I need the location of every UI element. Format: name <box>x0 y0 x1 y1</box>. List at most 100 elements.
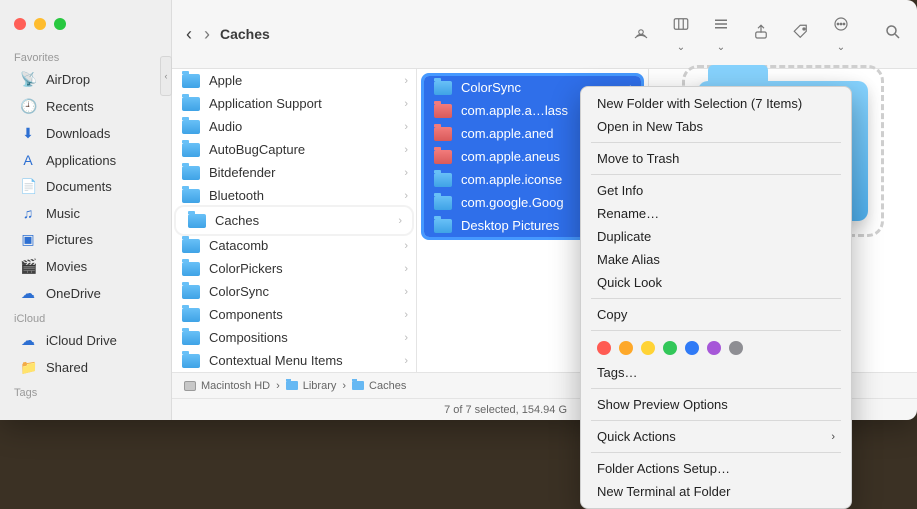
menu-item-show-preview-options[interactable]: Show Preview Options <box>581 393 851 416</box>
menu-item-open-in-new-tabs[interactable]: Open in New Tabs <box>581 115 851 138</box>
folder-name: Components <box>209 307 283 322</box>
sidebar-item-label: OneDrive <box>46 286 101 301</box>
path-segment-hd[interactable]: Macintosh HD <box>184 380 270 392</box>
menu-item-label: Copy <box>597 307 627 322</box>
sidebar-item-music[interactable]: ♫Music <box>6 200 165 226</box>
folder-name: ColorPickers <box>209 261 283 276</box>
minimize-button[interactable] <box>34 18 46 30</box>
folder-row[interactable]: ColorSync › <box>172 280 416 303</box>
folder-name: Bluetooth <box>209 188 264 203</box>
folder-row[interactable]: Components › <box>172 303 416 326</box>
menu-item-label: Move to Trash <box>597 151 679 166</box>
sidebar-item-recents[interactable]: 🕘Recents <box>6 93 165 120</box>
folder-name: Caches <box>215 213 259 228</box>
tag-blue[interactable] <box>685 341 699 355</box>
folder-icon <box>182 308 200 322</box>
folder-icon <box>434 173 452 187</box>
sidebar-item-shared[interactable]: 📁Shared <box>6 354 165 381</box>
menu-item-folder-actions-setup[interactable]: Folder Actions Setup… <box>581 457 851 480</box>
tag-purple[interactable] <box>707 341 721 355</box>
menu-item-duplicate[interactable]: Duplicate <box>581 225 851 248</box>
menu-separator <box>591 452 841 453</box>
folder-row[interactable]: Bitdefender› <box>172 161 416 184</box>
recents-icon: 🕘 <box>20 98 36 115</box>
folder-name: ColorSync <box>209 284 269 299</box>
menu-separator <box>591 420 841 421</box>
menu-item-tags[interactable]: Tags… <box>581 361 851 384</box>
more-icon[interactable]: ⌄ <box>831 15 851 54</box>
back-button[interactable]: ‹ <box>186 24 192 45</box>
menu-item-copy[interactable]: Copy <box>581 303 851 326</box>
sidebar-item-documents[interactable]: 📄Documents <box>6 173 165 200</box>
path-segment-library[interactable]: Library <box>286 380 337 392</box>
folder-name: Apple <box>209 73 242 88</box>
tag-red[interactable] <box>597 341 611 355</box>
folder-icon <box>434 81 452 95</box>
sidebar-item-downloads[interactable]: ⬇︎Downloads <box>6 120 165 147</box>
documents-icon: 📄 <box>20 178 36 195</box>
folder-icon <box>182 262 200 276</box>
sidebar-item-pictures[interactable]: ▣Pictures <box>6 226 165 253</box>
search-icon[interactable] <box>883 23 903 45</box>
view-columns-icon[interactable]: ⌄ <box>671 15 691 54</box>
menu-item-new-folder-with-selection-7-items[interactable]: New Folder with Selection (7 Items) <box>581 92 851 115</box>
menu-item-quick-look[interactable]: Quick Look <box>581 271 851 294</box>
folder-row[interactable]: ColorPickers› <box>172 257 416 280</box>
folder-row[interactable]: Audio› <box>172 115 416 138</box>
folder-row[interactable]: Bluetooth› <box>172 184 416 207</box>
folder-icon <box>352 381 364 390</box>
sidebar-collapse-handle[interactable]: ‹ <box>160 56 172 96</box>
share-icon[interactable] <box>751 23 771 45</box>
chevron-right-icon: › <box>404 240 408 252</box>
forward-button[interactable]: › <box>204 24 210 45</box>
sidebar-item-airdrop[interactable]: 📡AirDrop <box>6 66 165 93</box>
tags-icon[interactable] <box>791 23 811 45</box>
tag-yellow[interactable] <box>641 341 655 355</box>
sidebar-item-icloud-drive[interactable]: ☁︎iCloud Drive <box>6 327 165 354</box>
sidebar-item-label: Pictures <box>46 232 93 247</box>
folder-name: Application Support <box>209 96 322 111</box>
sidebar-item-movies[interactable]: 🎬Movies <box>6 253 165 280</box>
path-segment-caches[interactable]: Caches <box>352 380 406 392</box>
menu-separator <box>591 174 841 175</box>
sidebar-item-label: AirDrop <box>46 72 90 87</box>
airdrop-icon[interactable] <box>631 23 651 45</box>
menu-item-make-alias[interactable]: Make Alias <box>581 248 851 271</box>
close-button[interactable] <box>14 18 26 30</box>
chevron-right-icon: › <box>404 355 408 367</box>
icloud-drive-icon: ☁︎ <box>20 332 36 349</box>
folder-row[interactable]: Caches› <box>178 209 410 232</box>
tag-green[interactable] <box>663 341 677 355</box>
folder-icon <box>188 214 206 228</box>
toolbar: ‹ › Caches ⌄ ⌄ ⌄ <box>172 0 917 69</box>
menu-item-label: Get Info <box>597 183 643 198</box>
sidebar-item-label: Music <box>46 206 80 221</box>
folder-row[interactable]: AutoBugCapture› <box>172 138 416 161</box>
folder-row[interactable]: Apple› <box>172 69 416 92</box>
shared-icon: 📁 <box>20 359 36 376</box>
menu-item-quick-actions[interactable]: Quick Actions› <box>581 425 851 448</box>
maximize-button[interactable] <box>54 18 66 30</box>
sidebar-item-applications[interactable]: AApplications <box>6 147 165 173</box>
folder-row[interactable]: Catacomb › <box>172 234 416 257</box>
folder-row[interactable]: Contextual Menu Items› <box>172 349 416 372</box>
tag-orange[interactable] <box>619 341 633 355</box>
menu-item-label: Quick Actions <box>597 429 676 444</box>
folder-icon <box>182 120 200 134</box>
folder-row[interactable]: Compositions› <box>172 326 416 349</box>
menu-item-label: Open in New Tabs <box>597 119 703 134</box>
chevron-right-icon: › <box>404 309 408 321</box>
folder-name: Catacomb <box>209 238 268 253</box>
folder-row[interactable]: Application Support › <box>172 92 416 115</box>
menu-item-move-to-trash[interactable]: Move to Trash <box>581 147 851 170</box>
menu-separator <box>591 142 841 143</box>
chevron-right-icon: › <box>404 98 408 110</box>
tag-gray[interactable] <box>729 341 743 355</box>
sidebar-item-onedrive[interactable]: ☁︎OneDrive <box>6 280 165 307</box>
menu-item-rename[interactable]: Rename… <box>581 202 851 225</box>
group-icon[interactable]: ⌄ <box>711 15 731 54</box>
chevron-right-icon: › <box>404 286 408 298</box>
menu-item-new-terminal-at-folder[interactable]: New Terminal at Folder <box>581 480 851 503</box>
menu-item-get-info[interactable]: Get Info <box>581 179 851 202</box>
folder-name: AutoBugCapture <box>209 142 305 157</box>
